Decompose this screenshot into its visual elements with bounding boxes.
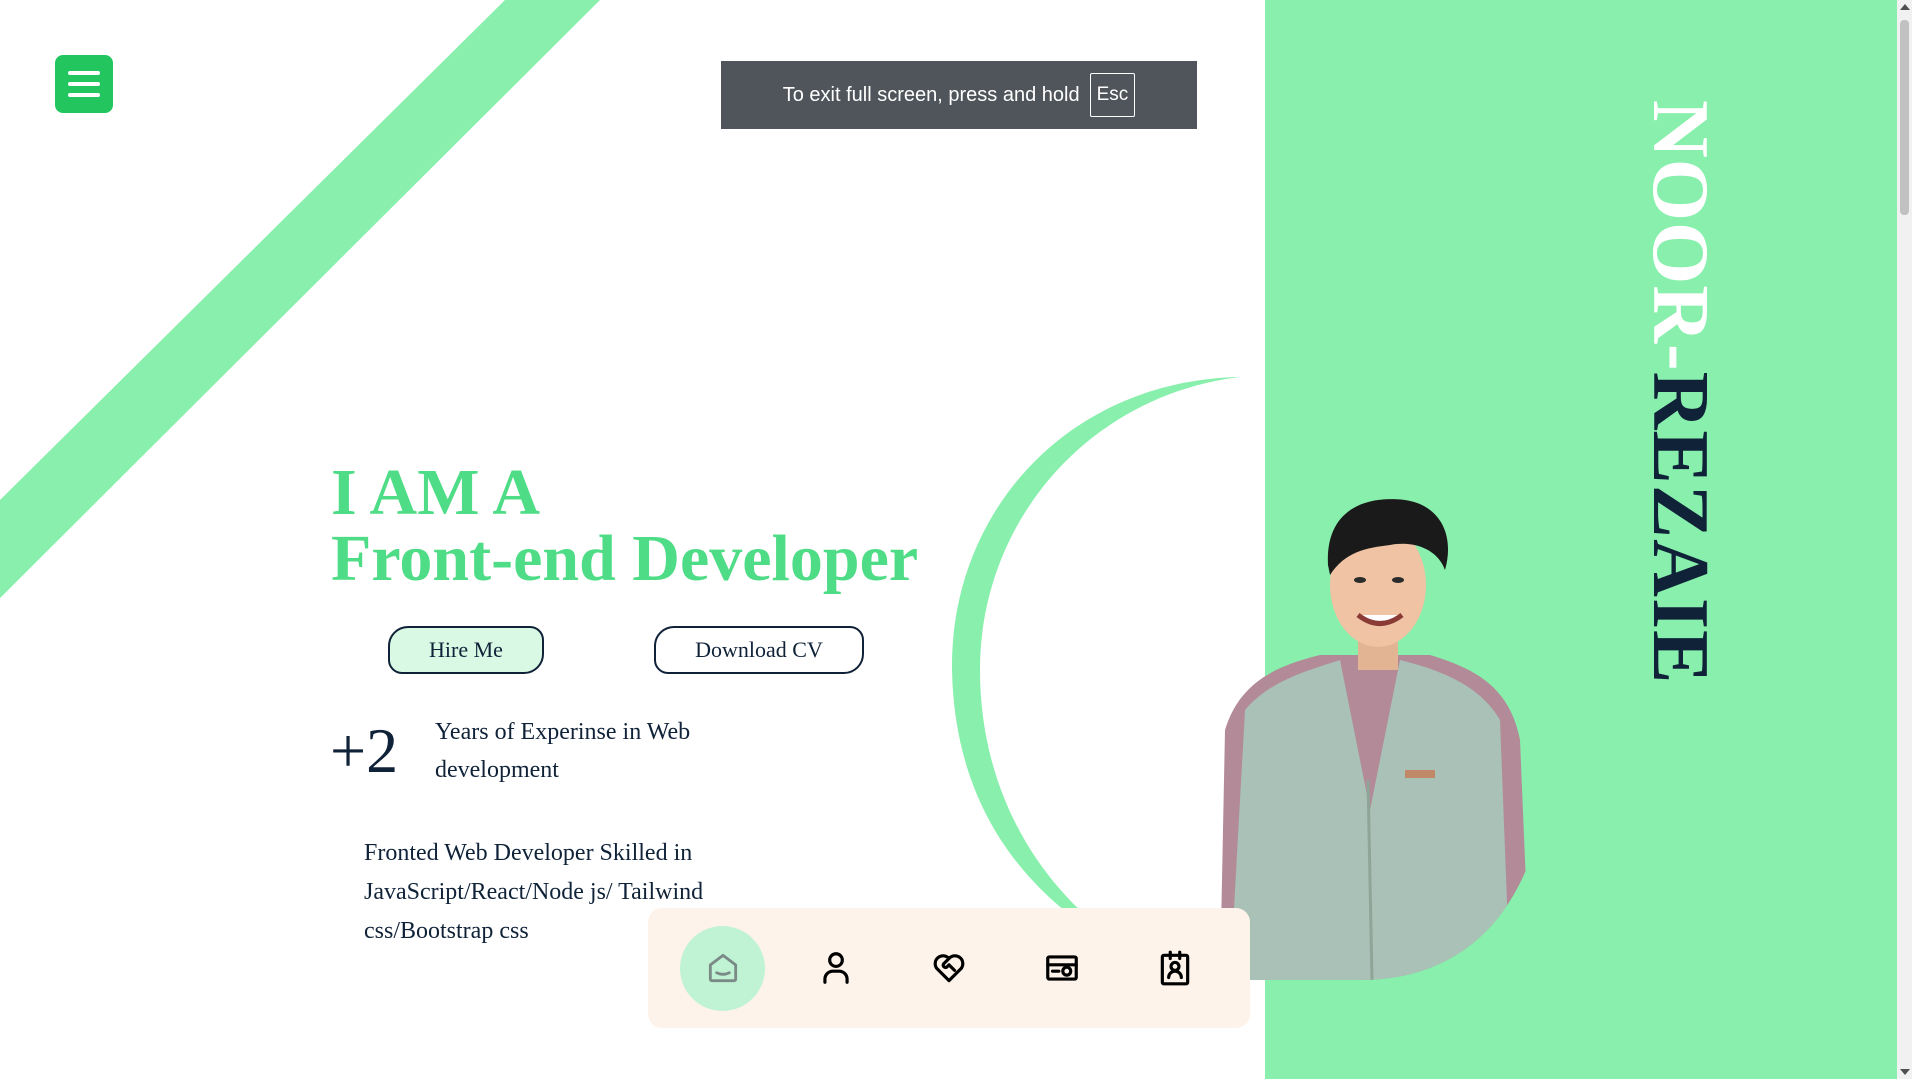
hero-title-line1: I AM A bbox=[331, 456, 541, 529]
profile-name-last: REZAIE bbox=[1636, 371, 1724, 685]
home-icon bbox=[708, 953, 737, 983]
menu-button[interactable] bbox=[55, 55, 113, 113]
hire-me-button[interactable]: Hire Me bbox=[388, 626, 544, 674]
nav-portfolio[interactable] bbox=[1019, 926, 1104, 1011]
bottom-nav bbox=[648, 908, 1250, 1028]
nav-contact[interactable] bbox=[1132, 926, 1217, 1011]
hamburger-menu-icon bbox=[68, 71, 100, 75]
fullscreen-toast-message: To exit full screen, press and hold bbox=[782, 83, 1080, 106]
profile-photo bbox=[1220, 499, 1530, 980]
portfolio-icon bbox=[1045, 955, 1078, 981]
profile-name: NOOR-REZAIE bbox=[1636, 100, 1724, 684]
download-cv-button[interactable]: Download CV bbox=[654, 626, 864, 674]
scrollbar-thumb[interactable] bbox=[1900, 20, 1909, 215]
fullscreen-toast-key: Esc bbox=[1089, 73, 1136, 117]
scroll-up-arrow-icon[interactable] bbox=[1900, 4, 1910, 10]
nav-about[interactable] bbox=[793, 926, 878, 1011]
portfolio-page: NOOR-REZAIE To exit full screen, press a… bbox=[0, 0, 1912, 1079]
nav-home[interactable] bbox=[680, 925, 765, 1011]
hero-title-line2: Front-end Developer bbox=[331, 522, 919, 595]
page-scrollbar[interactable] bbox=[1897, 0, 1912, 1079]
years-experience-value: +2 bbox=[330, 715, 399, 786]
profile-name-first: NOOR- bbox=[1636, 100, 1724, 372]
years-experience-text: Years of Experinse in Web development bbox=[435, 719, 691, 783]
heart-handshake-icon bbox=[933, 954, 964, 983]
contact-icon bbox=[1160, 950, 1189, 986]
hero-title: I AM A Front-end Developer bbox=[331, 460, 918, 592]
nav-services[interactable] bbox=[906, 926, 991, 1011]
user-icon bbox=[822, 952, 849, 984]
diagonal-stripe bbox=[0, 0, 600, 598]
fullscreen-toast: To exit full screen, press and hold Esc bbox=[721, 61, 1197, 129]
scroll-down-arrow-icon[interactable] bbox=[1900, 1069, 1910, 1075]
